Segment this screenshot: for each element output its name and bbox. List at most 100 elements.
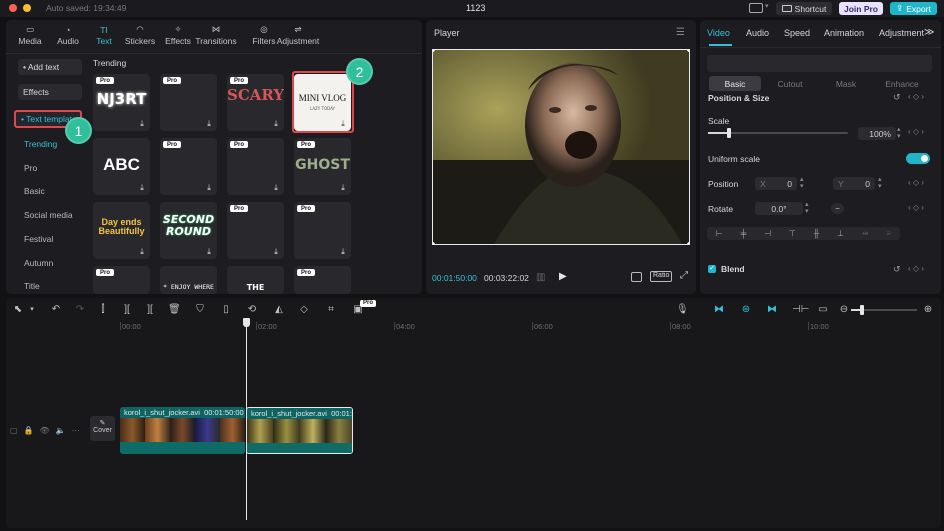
chevron-down-icon[interactable]: ▾ xyxy=(765,2,769,10)
template-card[interactable]: Pro ⤓ xyxy=(294,202,351,259)
resize-handle[interactable] xyxy=(687,242,689,244)
effects-button[interactable]: Effects xyxy=(18,84,82,100)
tab-stickers[interactable]: ◠ Stickers xyxy=(120,21,160,47)
shortcut-button[interactable]: Shortcut xyxy=(776,2,832,15)
align-left-icon[interactable]: ⊢ xyxy=(716,229,723,238)
resize-handle[interactable] xyxy=(687,50,689,52)
position-x-input[interactable]: X0 xyxy=(755,177,797,190)
keyframe-nav-icon[interactable]: ‹ ◇ › xyxy=(908,264,924,273)
mirror-icon[interactable]: ◭ xyxy=(273,304,285,316)
minimize-window-button[interactable] xyxy=(23,4,31,12)
template-card[interactable]: ABC ⤓ xyxy=(93,138,150,195)
blend-checkbox[interactable]: ✓ xyxy=(708,265,716,273)
category-item-autumn[interactable]: Autumn xyxy=(24,258,53,268)
download-icon[interactable]: ⤓ xyxy=(205,248,213,256)
delete-icon[interactable]: 🗑 xyxy=(168,304,181,316)
close-window-button[interactable] xyxy=(9,4,17,12)
auto-snapping-icon[interactable]: ⊛ xyxy=(739,304,753,316)
rotate-dial-icon[interactable]: − xyxy=(831,203,844,214)
keyframe-nav-icon[interactable]: ‹ ◇ › xyxy=(908,178,924,187)
fit-timeline-icon[interactable]: ▭ xyxy=(817,304,829,316)
select-tool-icon[interactable]: ⬉ xyxy=(12,304,24,316)
subtab-cutout[interactable]: Cutout xyxy=(764,76,816,91)
template-card[interactable]: Pro xyxy=(294,266,351,294)
resize-handle[interactable] xyxy=(433,242,435,244)
rotate-input[interactable]: 0.0° xyxy=(755,202,803,215)
template-card[interactable]: SECOND ROUND ⤓ xyxy=(160,202,217,259)
download-icon[interactable]: ⤓ xyxy=(205,120,213,128)
playhead-handle[interactable] xyxy=(243,318,250,327)
tab-media[interactable]: ▭ Media xyxy=(10,21,50,47)
uniform-scale-toggle[interactable] xyxy=(906,153,930,164)
position-y-input[interactable]: Y0 xyxy=(833,177,875,190)
track-preview-icon[interactable]: ▢ xyxy=(10,426,18,435)
menu-icon[interactable]: ☰ xyxy=(676,27,685,38)
play-icon[interactable]: ▶ xyxy=(559,271,567,282)
download-icon[interactable]: ⤓ xyxy=(339,184,347,192)
download-icon[interactable]: ⤓ xyxy=(339,248,347,256)
keyframe-nav-icon[interactable]: ‹ ◇ › xyxy=(908,92,924,101)
join-pro-button[interactable]: Join Pro xyxy=(839,2,883,15)
scale-input[interactable]: 100% xyxy=(858,127,896,140)
template-card[interactable]: THE xyxy=(227,266,284,294)
download-icon[interactable]: ⤓ xyxy=(272,120,280,128)
expand-icon[interactable]: ⤢ xyxy=(680,270,688,281)
scale-slider-thumb[interactable] xyxy=(727,128,731,138)
category-item-pro[interactable]: Pro xyxy=(24,163,37,173)
category-item-festival[interactable]: Festival xyxy=(24,234,53,244)
subtab-basic[interactable]: Basic xyxy=(709,76,761,91)
category-item-trending[interactable]: Trending xyxy=(24,139,57,149)
video-clip-2[interactable]: korol_i_shut_jocker.avi 00:01:3 xyxy=(246,407,353,454)
preview-axis-icon[interactable]: ⊣⊢ xyxy=(792,304,809,316)
tab-transitions[interactable]: ⋈ Transitions xyxy=(195,21,236,47)
x-stepper[interactable]: ▴ ▾ xyxy=(800,176,804,190)
rotate-stepper[interactable]: ▴ ▾ xyxy=(805,201,809,215)
zoom-slider-thumb[interactable] xyxy=(860,305,864,315)
ratio-button[interactable]: Ratio xyxy=(650,271,673,282)
rotate-icon[interactable]: ◇ xyxy=(298,304,310,316)
template-card[interactable]: Pro SCARY ⤓ xyxy=(227,74,284,131)
distribute-h-icon[interactable]: ⇹ xyxy=(862,229,869,238)
zoom-out-icon[interactable]: ⊖ xyxy=(838,304,850,316)
inspector-tab-speed[interactable]: Speed xyxy=(784,28,810,38)
split-icon[interactable]: ⫿ xyxy=(97,304,109,316)
lock-icon[interactable]: 🔒 xyxy=(24,426,34,435)
subtab-enhance[interactable]: Enhance xyxy=(876,76,928,91)
playhead[interactable] xyxy=(246,318,247,520)
keyframe-nav-icon[interactable]: ‹ ◇ › xyxy=(908,127,924,136)
tab-text[interactable]: TI Text xyxy=(84,21,124,47)
download-icon[interactable]: ⤓ xyxy=(205,184,213,192)
category-item-social-media[interactable]: Social media xyxy=(24,210,73,220)
reverse-icon[interactable]: ⟲ xyxy=(246,304,258,316)
download-icon[interactable]: ⤓ xyxy=(272,184,280,192)
align-center-v-icon[interactable]: ╫ xyxy=(814,229,820,238)
video-clip-1[interactable]: korol_i_shut_jocker.avi 00:01:50:00 xyxy=(120,407,245,454)
scale-slider[interactable] xyxy=(708,128,848,138)
inspector-tab-adjustment[interactable]: Adjustment xyxy=(879,28,924,38)
crop-icon[interactable]: ⌗ xyxy=(325,304,337,316)
align-top-icon[interactable]: ⊤ xyxy=(789,229,796,238)
microphone-icon[interactable]: 🎙 xyxy=(676,304,689,316)
template-card[interactable]: Pro ⤓ xyxy=(160,74,217,131)
main-track-magnet-icon[interactable]: ⧓ xyxy=(712,304,726,316)
export-button[interactable]: ⇪ Export xyxy=(890,2,937,15)
inspector-tab-video[interactable]: Video xyxy=(707,28,730,38)
template-card[interactable]: Pro ⤓ xyxy=(160,138,217,195)
trim-left-icon[interactable]: ][ xyxy=(121,304,133,316)
template-card[interactable]: Pro GHOST ⤓ xyxy=(294,138,351,195)
visibility-icon[interactable]: 👁 xyxy=(40,426,50,435)
linkage-icon[interactable]: ⧓ xyxy=(765,304,779,316)
zoom-in-icon[interactable]: ⊕ xyxy=(922,304,934,316)
freeze-icon[interactable]: ▯ xyxy=(220,304,232,316)
category-item-basic[interactable]: Basic xyxy=(24,186,45,196)
align-center-h-icon[interactable]: ╪ xyxy=(741,229,747,238)
tab-effects[interactable]: ✧ Effects xyxy=(158,21,198,47)
template-card[interactable]: Pro xyxy=(93,266,150,294)
inspector-tab-audio[interactable]: Audio xyxy=(746,28,769,38)
template-card[interactable]: Pro NJ3RT ⤓ xyxy=(93,74,150,131)
distribute-v-icon[interactable]: ≡ xyxy=(886,229,891,238)
category-item-title[interactable]: Title xyxy=(24,281,40,291)
undo-icon[interactable]: ↶ xyxy=(50,304,62,316)
download-icon[interactable]: ⤓ xyxy=(272,248,280,256)
template-card[interactable]: Pro ⤓ xyxy=(227,138,284,195)
